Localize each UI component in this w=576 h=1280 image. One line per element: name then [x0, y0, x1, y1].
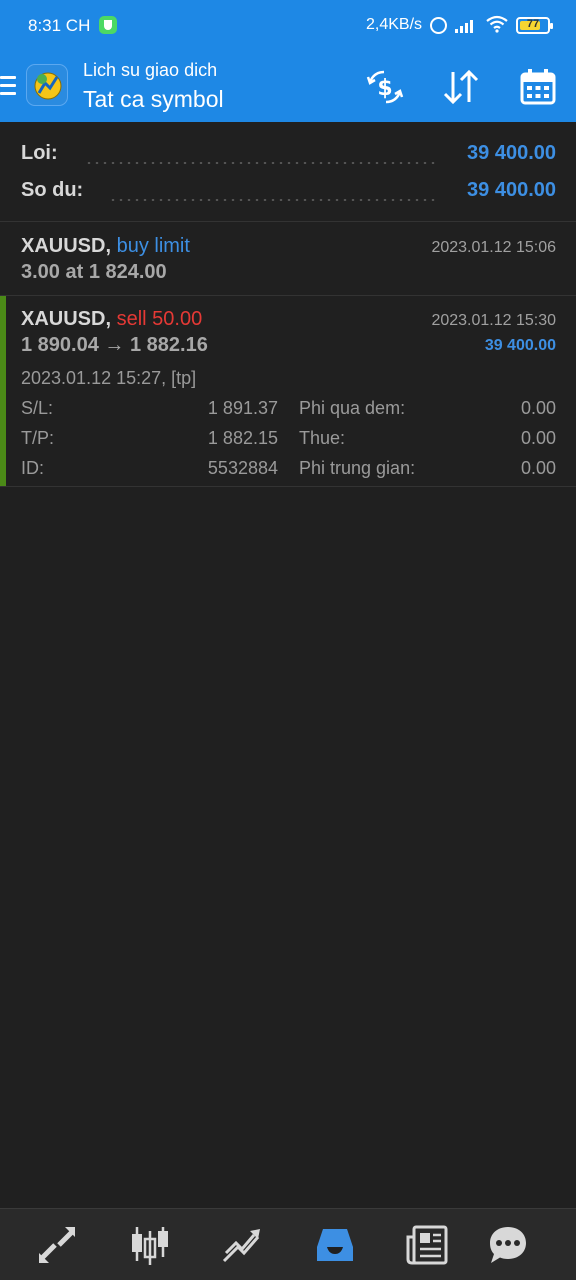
- order-prices: 1 890.04 → 1 882.16: [21, 334, 208, 356]
- swap-label: Phi qua dem:: [299, 398, 406, 418]
- tax-value: 0.00: [520, 428, 556, 448]
- quotes-icon[interactable]: [35, 1223, 79, 1267]
- bottom-navigation: [0, 1208, 576, 1280]
- calendar-icon[interactable]: [519, 68, 557, 106]
- profit-label: Loi:: [21, 142, 58, 164]
- tax-label: Thue:: [299, 428, 346, 448]
- chart-icon[interactable]: [128, 1223, 172, 1267]
- wifi-icon: [486, 15, 508, 33]
- symbol-text: XAUUSD,: [21, 308, 112, 330]
- order-type: buy limit: [116, 235, 190, 257]
- dotted-leader: [85, 162, 436, 164]
- signal-icon: [455, 17, 477, 33]
- chat-icon[interactable]: [486, 1223, 530, 1267]
- tp-value: 1 882.15: [207, 428, 278, 448]
- commission-value: 0.00: [520, 458, 556, 478]
- order-symbol: XAUUSD, buy limit: [21, 235, 190, 258]
- id-value: 5532884: [207, 458, 278, 478]
- history-icon[interactable]: [313, 1223, 357, 1267]
- svg-text:$: $: [377, 76, 392, 101]
- order-profit: 39 400.00: [484, 337, 556, 354]
- battery-level: 77: [526, 18, 540, 30]
- header-title[interactable]: Tat ca symbol: [83, 86, 224, 113]
- commission-label: Phi trung gian:: [299, 458, 416, 478]
- battery-icon: 77: [516, 17, 553, 34]
- order-symbol: XAUUSD, sell 50.00: [21, 308, 202, 331]
- sl-label: S/L:: [21, 398, 54, 418]
- order-volume-price: 3.00 at 1 824.00: [21, 261, 167, 283]
- trade-icon[interactable]: [220, 1223, 264, 1267]
- news-icon[interactable]: [405, 1223, 449, 1267]
- symbol-text: XAUUSD,: [21, 235, 112, 257]
- shield-icon: [99, 16, 117, 34]
- balance-row: So du: 39 400.00: [21, 179, 556, 209]
- order-time: 2023.01.12 15:30: [431, 312, 556, 329]
- order-time: 2023.01.12 15:06: [431, 239, 556, 256]
- app-header: 8:31 CH 2,4KB/s 77 Lich su giao dich Tat…: [0, 0, 576, 122]
- dotted-leader: [109, 199, 436, 201]
- sort-icon[interactable]: [442, 68, 480, 106]
- balance-value: 39 400.00: [467, 179, 556, 201]
- order-row[interactable]: XAUUSD, buy limit 2023.01.12 15:06 3.00 …: [0, 223, 576, 296]
- currency-exchange-icon[interactable]: $: [366, 68, 404, 106]
- summary-panel: Loi: 39 400.00 So du: 39 400.00: [0, 122, 576, 222]
- network-speed: 2,4KB/s: [366, 16, 423, 33]
- profit-row: Loi: 39 400.00: [21, 142, 556, 172]
- menu-icon[interactable]: [0, 76, 16, 96]
- sl-value: 1 891.37: [207, 398, 278, 418]
- alarm-icon: [430, 17, 447, 34]
- open-info: 2023.01.12 15:27, [tp]: [21, 368, 197, 388]
- swap-value: 0.00: [520, 398, 556, 418]
- id-label: ID:: [21, 458, 45, 478]
- status-bar: 8:31 CH 2,4KB/s 77: [0, 0, 576, 52]
- profit-value: 39 400.00: [467, 142, 556, 164]
- tp-label: T/P:: [21, 428, 55, 448]
- app-logo: [26, 64, 68, 106]
- header-subtitle: Lich su giao dich: [83, 60, 218, 80]
- profit-indicator-bar: [0, 296, 6, 486]
- balance-label: So du:: [21, 179, 84, 201]
- status-time: 8:31 CH: [28, 16, 91, 35]
- order-type: sell 50.00: [116, 308, 203, 330]
- order-row-expanded[interactable]: XAUUSD, sell 50.00 2023.01.12 15:30 1 89…: [0, 296, 576, 487]
